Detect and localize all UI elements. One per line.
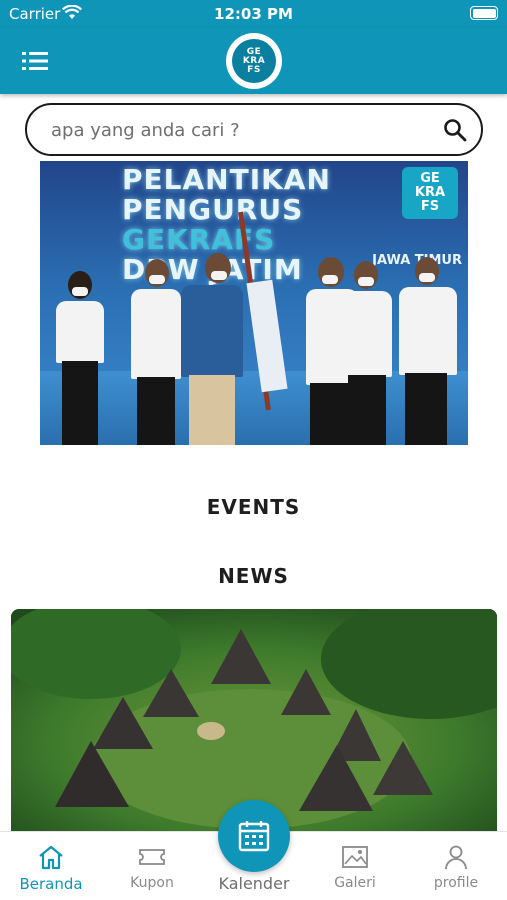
app-logo: GE KRA FS — [226, 33, 282, 89]
kalender-label: Kalender — [218, 874, 290, 893]
search-icon[interactable] — [443, 118, 467, 146]
banner-logo: GE KRA FS — [402, 167, 458, 219]
banner-logo-line: FS — [420, 199, 440, 214]
search-input[interactable] — [51, 115, 431, 145]
kalender-button[interactable] — [218, 800, 290, 872]
banner-title-line: PELANTIKAN — [122, 163, 331, 196]
search-bar — [25, 103, 483, 156]
status-bar: Carrier 12:03 PM — [0, 0, 507, 28]
ticket-icon — [139, 849, 165, 865]
calendar-icon — [238, 821, 270, 852]
featured-banner-image[interactable]: PELANTIKAN PENGURUS GEKRAFS DPW JATIM GE… — [40, 161, 468, 445]
banner-logo-line: GE — [420, 171, 440, 186]
banner-title-line: GEKRAFS — [122, 223, 276, 256]
banner-title-line: PENGURUS — [122, 193, 304, 226]
logo-text-line: FS — [247, 64, 261, 75]
menu-button[interactable] — [22, 50, 48, 72]
tab-kupon[interactable]: Kupon — [102, 832, 202, 900]
list-menu-icon — [22, 52, 48, 70]
home-icon — [39, 845, 63, 870]
tab-label: Beranda — [19, 875, 83, 893]
app-bar: GE KRA FS — [0, 28, 507, 94]
user-icon — [445, 845, 467, 870]
tab-beranda[interactable]: Beranda — [1, 832, 101, 900]
news-heading: NEWS — [218, 564, 289, 588]
banner-logo-line: KRA — [414, 185, 446, 200]
clock: 12:03 PM — [214, 5, 293, 23]
image-icon — [342, 846, 368, 868]
tab-galeri[interactable]: Galeri — [305, 832, 405, 900]
news-card-image[interactable] — [11, 609, 497, 831]
tab-label: Kupon — [130, 875, 174, 891]
tab-label: Galeri — [334, 875, 376, 891]
tab-label: profile — [433, 875, 479, 891]
battery-icon — [470, 6, 498, 20]
events-heading: EVENTS — [206, 495, 301, 519]
tab-profile[interactable]: profile — [406, 832, 506, 900]
